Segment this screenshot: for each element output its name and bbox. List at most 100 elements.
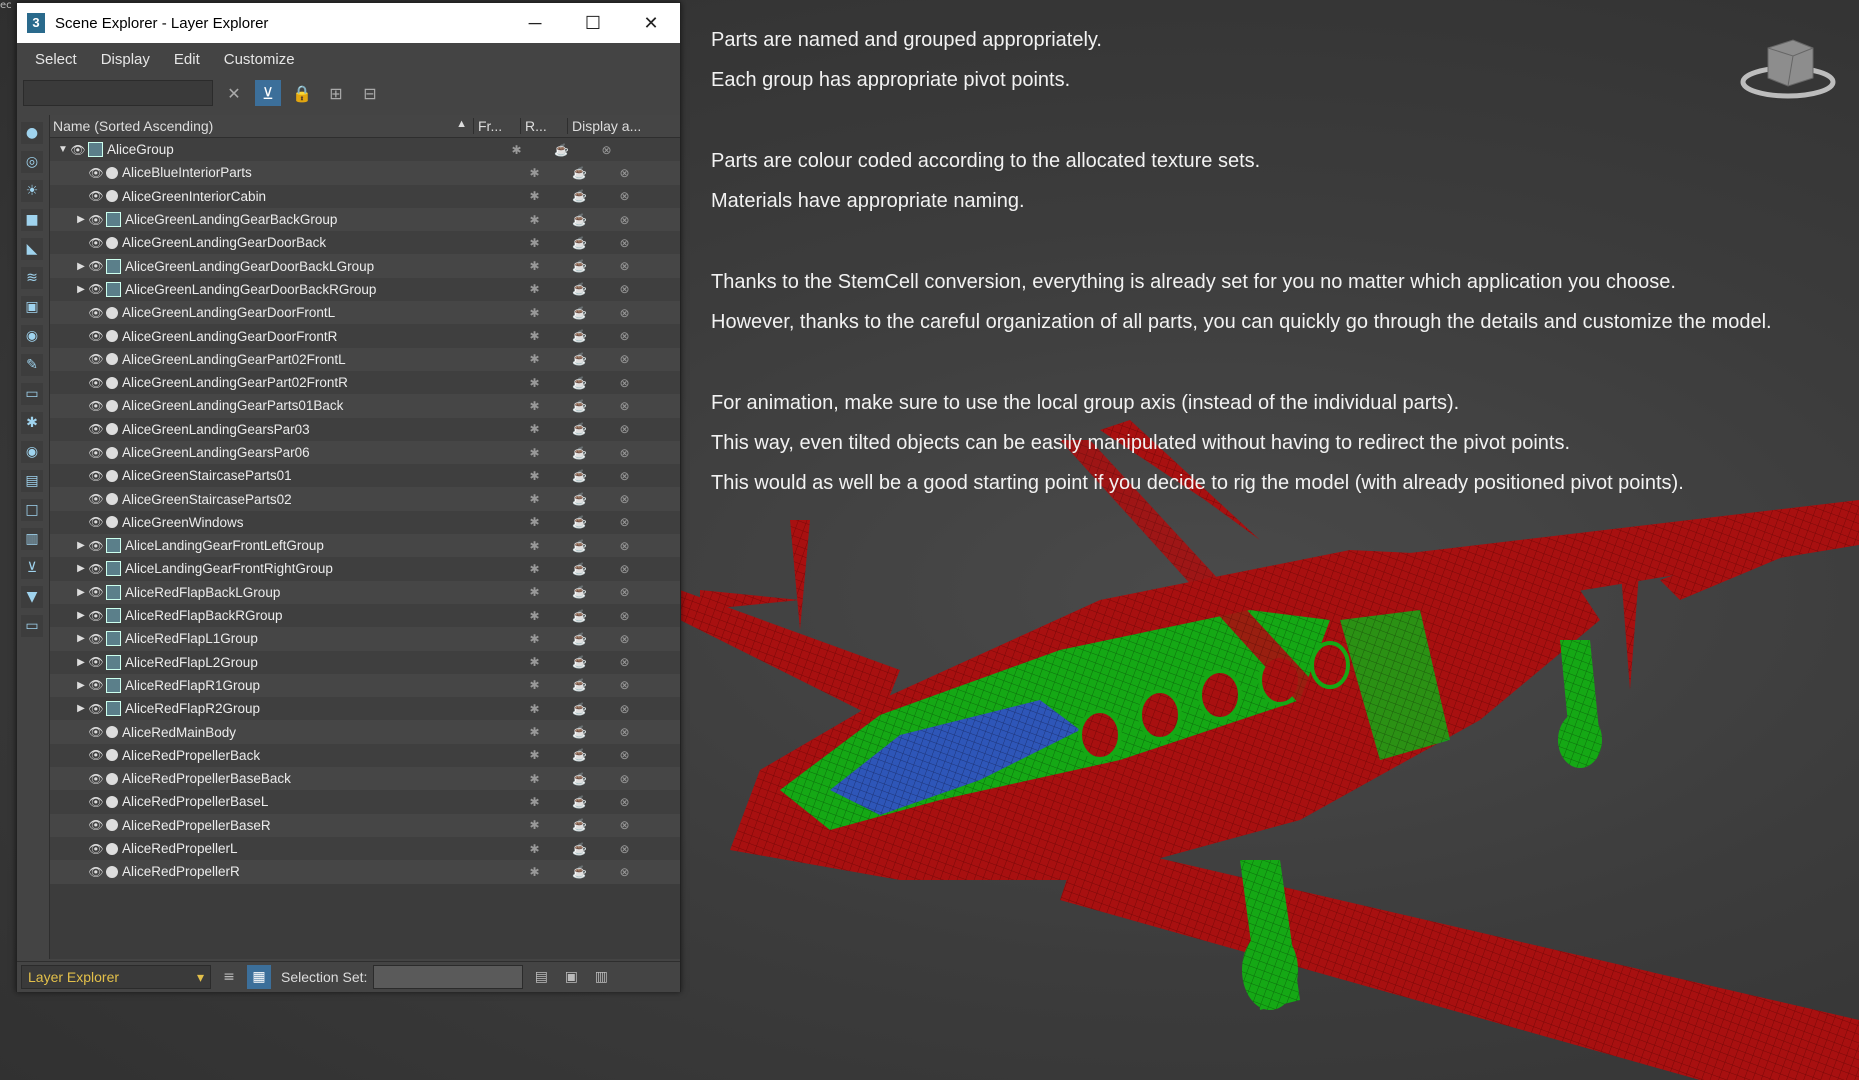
display-as-box-icon[interactable]: ⊗ (602, 865, 647, 879)
sort-layers-icon[interactable]: ▦ (247, 965, 271, 989)
visibility-eye-icon[interactable]: 👁 (88, 865, 104, 879)
renderable-teapot-icon[interactable]: ☕ (539, 143, 584, 157)
explorer-type-dropdown[interactable]: Layer Explorer ▾ (21, 965, 211, 989)
frozen-toggle-icon[interactable]: ✱ (512, 422, 557, 436)
expand-arrow-icon[interactable]: ▶ (74, 563, 88, 574)
menu-select[interactable]: Select (35, 51, 77, 68)
selection-set-dropdown[interactable] (373, 965, 524, 989)
frozen-toggle-icon[interactable]: ✱ (512, 166, 557, 180)
table-row[interactable]: 👁 AliceRedPropellerBaseR ✱ ☕ ⊗ (50, 813, 680, 837)
column-frozen[interactable]: Fr... (473, 118, 520, 134)
renderable-teapot-icon[interactable]: ☕ (557, 213, 602, 227)
add-to-set-icon[interactable]: ▣ (559, 965, 583, 989)
expand-arrow-icon[interactable]: ▶ (74, 261, 88, 272)
renderable-teapot-icon[interactable]: ☕ (557, 655, 602, 669)
window-titlebar[interactable]: 3 Scene Explorer - Layer Explorer ─ ☐ ✕ (17, 3, 680, 43)
table-row[interactable]: 👁 AliceGreenLandingGearDoorBack ✱ ☕ ⊗ (50, 231, 680, 255)
table-row[interactable]: 👁 AliceGreenStaircaseParts01 ✱ ☕ ⊗ (50, 464, 680, 488)
table-row[interactable]: ▶ 👁 AliceRedFlapR2Group ✱ ☕ ⊗ (50, 697, 680, 721)
display-as-box-icon[interactable]: ⊗ (602, 236, 647, 250)
frozen-toggle-icon[interactable]: ✱ (494, 143, 539, 157)
visibility-eye-icon[interactable]: 👁 (88, 376, 104, 390)
display-as-box-icon[interactable]: ⊗ (602, 282, 647, 296)
table-row[interactable]: ▶ 👁 AliceGreenLandingGearBackGroup ✱ ☕ ⊗ (50, 207, 680, 232)
display-as-box-icon[interactable]: ⊗ (602, 166, 647, 180)
renderable-teapot-icon[interactable]: ☕ (557, 702, 602, 716)
renderable-teapot-icon[interactable]: ☕ (557, 399, 602, 413)
visibility-eye-icon[interactable]: 👁 (88, 329, 104, 343)
expand-arrow-icon[interactable]: ▶ (74, 680, 88, 691)
selection-set-icon[interactable]: ▭ (21, 615, 43, 637)
renderable-teapot-icon[interactable]: ☕ (557, 748, 602, 762)
visibility-eye-icon[interactable]: 👁 (88, 189, 104, 203)
expand-arrow-icon[interactable]: ▶ (74, 657, 88, 668)
display-as-box-icon[interactable]: ⊗ (602, 842, 647, 856)
visibility-eye-icon[interactable]: 👁 (88, 469, 104, 483)
display-all-icon[interactable]: ▤ (21, 470, 43, 492)
filter-toggle-icon[interactable]: ⊻ (255, 80, 281, 106)
visibility-eye-icon[interactable]: 👁 (88, 422, 104, 436)
frozen-toggle-icon[interactable]: ✱ (512, 515, 557, 529)
frozen-toggle-icon[interactable]: ✱ (512, 469, 557, 483)
display-lights-icon[interactable]: ☀ (21, 180, 43, 202)
visibility-eye-icon[interactable]: 👁 (88, 585, 104, 599)
display-as-box-icon[interactable]: ⊗ (602, 772, 647, 786)
frozen-toggle-icon[interactable]: ✱ (512, 352, 557, 366)
expand-arrow-icon[interactable]: ▶ (74, 633, 88, 644)
display-as-box-icon[interactable]: ⊗ (602, 446, 647, 460)
renderable-teapot-icon[interactable]: ☕ (557, 818, 602, 832)
table-row[interactable]: ▼ 👁 AliceGroup ✱ ☕ ⊗ (50, 138, 680, 162)
table-row[interactable]: 👁 AliceGreenLandingGearPart02FrontR ✱ ☕ ⊗ (50, 370, 680, 395)
display-as-box-icon[interactable]: ⊗ (602, 632, 647, 646)
visibility-eye-icon[interactable]: 👁 (88, 678, 104, 692)
renderable-teapot-icon[interactable]: ☕ (557, 865, 602, 879)
frozen-toggle-icon[interactable]: ✱ (512, 376, 557, 390)
display-bones-icon[interactable]: ✎ (21, 354, 43, 376)
frozen-toggle-icon[interactable]: ✱ (512, 562, 557, 576)
display-as-box-icon[interactable]: ⊗ (602, 539, 647, 553)
table-row[interactable]: 👁 AliceGreenStaircaseParts02 ✱ ☕ ⊗ (50, 487, 680, 511)
visibility-eye-icon[interactable]: 👁 (88, 213, 104, 227)
visibility-eye-icon[interactable]: 👁 (88, 842, 104, 856)
layers-icon[interactable]: ≡ (217, 965, 241, 989)
renderable-teapot-icon[interactable]: ☕ (557, 678, 602, 692)
invert-display-icon[interactable]: ▥ (21, 528, 43, 550)
renderable-teapot-icon[interactable]: ☕ (557, 515, 602, 529)
display-as-box-icon[interactable]: ⊗ (602, 609, 647, 623)
table-row[interactable]: 👁 AliceRedPropellerBack ✱ ☕ ⊗ (50, 743, 680, 768)
table-row[interactable]: 👁 AliceGreenLandingGearPart02FrontL ✱ ☕ ⊗ (50, 347, 680, 371)
frozen-toggle-icon[interactable]: ✱ (512, 399, 557, 413)
frozen-toggle-icon[interactable]: ✱ (512, 306, 557, 320)
table-row[interactable]: ▶ 👁 AliceRedFlapR1Group ✱ ☕ ⊗ (50, 673, 680, 698)
display-groups-icon[interactable]: ▣ (21, 296, 43, 318)
display-as-box-icon[interactable]: ⊗ (602, 795, 647, 809)
display-as-box-icon[interactable]: ⊗ (602, 213, 647, 227)
renderable-teapot-icon[interactable]: ☕ (557, 842, 602, 856)
renderable-teapot-icon[interactable]: ☕ (557, 446, 602, 460)
visibility-eye-icon[interactable]: 👁 (88, 539, 104, 553)
frozen-toggle-icon[interactable]: ✱ (512, 818, 557, 832)
visibility-eye-icon[interactable]: 👁 (88, 609, 104, 623)
renderable-teapot-icon[interactable]: ☕ (557, 492, 602, 506)
display-as-box-icon[interactable]: ⊗ (602, 259, 647, 273)
frozen-toggle-icon[interactable]: ✱ (512, 632, 557, 646)
frozen-toggle-icon[interactable]: ✱ (512, 725, 557, 739)
expand-arrow-icon[interactable]: ▶ (74, 587, 88, 598)
visibility-eye-icon[interactable]: 👁 (88, 399, 104, 413)
renderable-teapot-icon[interactable]: ☕ (557, 189, 602, 203)
frozen-toggle-icon[interactable]: ✱ (512, 329, 557, 343)
frozen-toggle-icon[interactable]: ✱ (512, 189, 557, 203)
expand-arrow-icon[interactable]: ▼ (56, 144, 70, 155)
display-spacewarps-icon[interactable]: ≋ (21, 267, 43, 289)
renderable-teapot-icon[interactable]: ☕ (557, 259, 602, 273)
renderable-teapot-icon[interactable]: ☕ (557, 166, 602, 180)
search-input[interactable] (23, 80, 213, 106)
display-as-box-icon[interactable]: ⊗ (602, 748, 647, 762)
visibility-eye-icon[interactable]: 👁 (88, 446, 104, 460)
display-helpers-icon[interactable]: ◣ (21, 238, 43, 260)
column-name[interactable]: Name (Sorted Ascending) ▲ (50, 118, 473, 134)
renderable-teapot-icon[interactable]: ☕ (557, 282, 602, 296)
menu-edit[interactable]: Edit (174, 51, 200, 68)
visibility-eye-icon[interactable]: 👁 (88, 772, 104, 786)
visibility-eye-icon[interactable]: 👁 (88, 702, 104, 716)
